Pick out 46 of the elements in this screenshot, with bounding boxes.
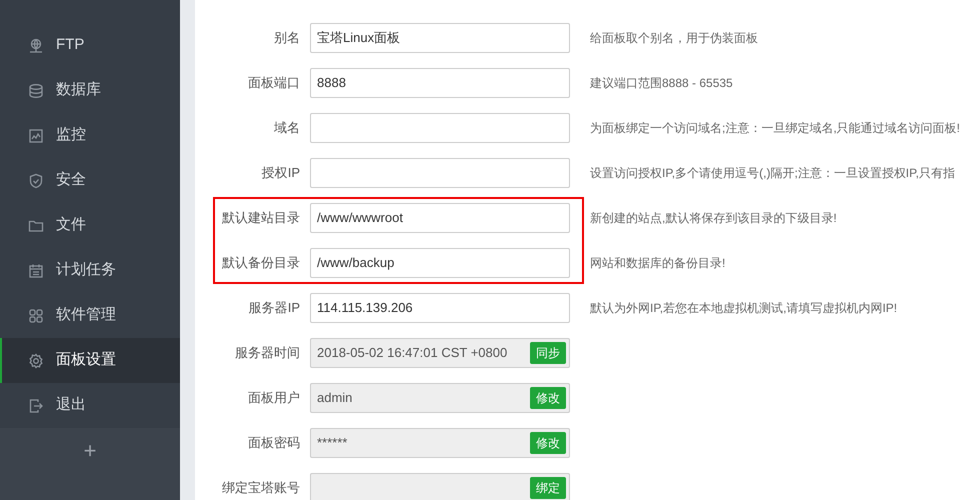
- hint-text: 网站和数据库的备份目录!: [590, 254, 726, 272]
- sidebar-item[interactable]: FTP: [0, 23, 180, 68]
- text-field[interactable]: [310, 158, 570, 188]
- hint-text: 给面板取个别名，用于伪装面板: [590, 30, 758, 46]
- logout-icon: [28, 398, 44, 414]
- hint-text: 默认为外网IP,若您在本地虚拟机测试,请填写虚拟机内网IP!: [590, 300, 898, 316]
- field-label: 服务器时间: [234, 344, 300, 362]
- chart-icon: [28, 128, 44, 144]
- text-field[interactable]: 114.115.139.206: [310, 292, 570, 322]
- sidebar-item[interactable]: 软件管理: [0, 293, 180, 338]
- readonly-field[interactable]: 2018-05-02 16:47:01 CST +0800 同步: [310, 338, 570, 368]
- readonly-field[interactable]: admin 修改: [310, 382, 570, 412]
- calendar-icon: [28, 262, 44, 278]
- readonly-field[interactable]: ****** 修改: [310, 428, 570, 458]
- field-label: 绑定宝塔账号: [221, 478, 300, 497]
- field-label: 域名: [273, 118, 300, 137]
- text-field[interactable]: 宝塔Linux面板: [310, 22, 570, 52]
- hint-text: 新创建的站点,默认将保存到该目录的下级目录!: [590, 210, 837, 226]
- shield-icon: [28, 172, 44, 188]
- field-label: 默认备份目录: [221, 254, 300, 272]
- hint-text: 为面板绑定一个访问域名;注意：一旦绑定域名,只能通过域名访问面板!: [590, 120, 960, 136]
- settings-icon: [28, 352, 44, 368]
- field-label: 默认建站目录: [221, 208, 300, 227]
- grid-icon: [28, 308, 44, 324]
- hint-text: 设置访问授权IP,多个请使用逗号(,)隔开;注意：一旦设置授权IP,只有指: [590, 164, 955, 182]
- sidebar-item[interactable]: 退出: [0, 383, 180, 428]
- field-label: 面板端口: [247, 74, 300, 92]
- sidebar-item[interactable]: 安全: [0, 158, 180, 203]
- sidebar-item[interactable]: 监控: [0, 113, 180, 158]
- sidebar-item[interactable]: 计划任务: [0, 248, 180, 293]
- sidebar-item[interactable]: 面板设置: [0, 338, 180, 383]
- field-label: 授权IP: [260, 164, 300, 182]
- add-button[interactable]: +: [76, 436, 104, 466]
- field-label: 别名: [273, 28, 300, 47]
- text-field[interactable]: 8888: [310, 68, 570, 98]
- text-field[interactable]: /www/wwwroot: [310, 202, 570, 232]
- database-icon: [28, 82, 44, 98]
- field-label: 面板密码: [247, 434, 300, 452]
- globe-icon: [28, 38, 44, 54]
- hint-text: 建议端口范围8888 - 65535: [590, 74, 733, 92]
- text-field[interactable]: /www/backup: [310, 248, 570, 278]
- sidebar-item[interactable]: 数据库: [0, 68, 180, 113]
- field-label: 面板用户: [247, 388, 300, 407]
- sidebar-item[interactable]: 文件: [0, 203, 180, 248]
- text-field[interactable]: [310, 112, 570, 142]
- field-label: 服务器IP: [248, 298, 300, 317]
